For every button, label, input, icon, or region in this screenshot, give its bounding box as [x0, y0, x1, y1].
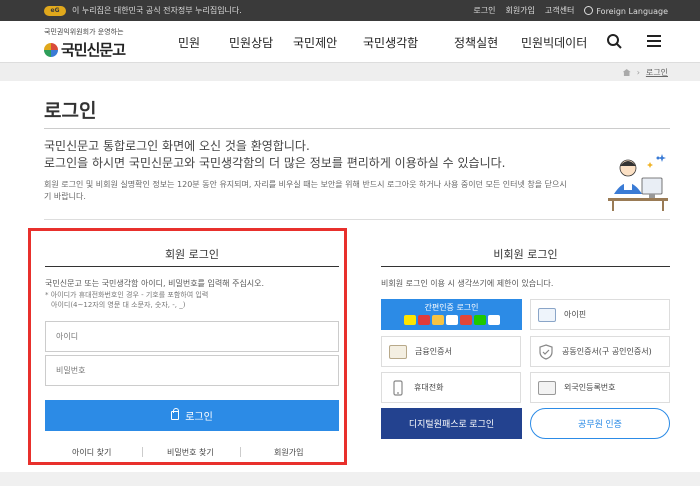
- main-nav: 민원 민원상담 국민제안 국민생각함 정책실현 민원빅데이터: [0, 34, 700, 54]
- member-login-title: 회원 로그인: [164, 248, 220, 261]
- title-divider: [44, 128, 670, 129]
- nav-item-consult[interactable]: 민원상담: [229, 34, 273, 51]
- footer-strip: [0, 472, 700, 486]
- nav-item-bigdata[interactable]: 민원빅데이터: [521, 34, 587, 51]
- hamburger-menu-icon[interactable]: [646, 33, 662, 49]
- pass-icon: [418, 315, 430, 325]
- search-icon[interactable]: [606, 33, 622, 49]
- link-separator: [240, 447, 241, 457]
- easy-auth-button[interactable]: 간편인증 로그인: [381, 299, 522, 330]
- mobile-auth-label: 휴대전화: [414, 383, 444, 392]
- alien-registration-button[interactable]: 외국인등록번호: [530, 372, 670, 403]
- financial-cert-button[interactable]: 금융인증서: [381, 336, 521, 367]
- ipin-card-icon: [538, 307, 556, 322]
- breadcrumb: › 로그인: [622, 67, 668, 78]
- gov-notice-text: 이 누리집은 대한민국 공식 전자정부 누리집입니다.: [72, 6, 242, 15]
- easy-auth-label: 간편인증 로그인: [424, 303, 479, 312]
- member-login-desc: 국민신문고 또는 국민생각함 아이디, 비밀번호를 입력해 주십시오.: [45, 279, 265, 288]
- nonmember-login-desc: 비회원 로그인 이용 시 생각쓰기에 제한이 있습니다.: [381, 279, 554, 288]
- session-notice-line-1: 회원 로그인 및 비회원 실명확인 정보는 120분 동안 유지되며, 자리를 …: [44, 180, 567, 189]
- top-link-support[interactable]: 고객센터: [545, 5, 574, 16]
- member-login-title-rule: [45, 266, 339, 267]
- top-link-join[interactable]: 회원가입: [505, 5, 534, 16]
- login-button[interactable]: 로그인: [45, 400, 339, 431]
- link-separator: [142, 447, 143, 457]
- person-at-computer-illustration: [608, 154, 668, 211]
- top-link-login[interactable]: 로그인: [473, 5, 495, 16]
- nav-item-thinking[interactable]: 국민생각함: [363, 34, 418, 51]
- breadcrumb-current[interactable]: 로그인: [646, 67, 668, 78]
- welcome-line-1: 국민신문고 통합로그인 화면에 오신 것을 환영합니다.: [44, 139, 310, 153]
- kb-icon: [432, 315, 444, 325]
- login-button-label: 로그인: [185, 412, 213, 423]
- id-input[interactable]: [45, 321, 339, 352]
- joint-cert-button[interactable]: 공동인증서(구 공인인증서): [530, 336, 670, 367]
- nav-item-policy[interactable]: 정책실현: [454, 34, 498, 51]
- gov-banner: eG 이 누리집은 대한민국 공식 전자정부 누리집입니다. 로그인 회원가입 …: [0, 0, 700, 21]
- official-auth-button[interactable]: 공무원 인증: [530, 408, 670, 439]
- mobile-phone-icon: [393, 379, 403, 396]
- id-card-icon: [538, 380, 556, 395]
- find-password-link[interactable]: 비밀번호 찾기: [167, 447, 214, 458]
- language-link[interactable]: Foreign Language: [584, 5, 668, 16]
- top-links: 로그인 회원가입 고객센터 Foreign Language: [473, 5, 668, 16]
- naver-icon: [474, 315, 486, 325]
- welcome-line-2: 로그인을 하시면 국민신문고와 국민생각함의 더 많은 정보를 편리하게 이용하…: [44, 156, 506, 170]
- ipin-label: 아이핀: [564, 310, 587, 319]
- shinhan-icon: [488, 315, 500, 325]
- gov-notice: eG 이 누리집은 대한민국 공식 전자정부 누리집입니다.: [44, 5, 242, 16]
- nav-item-minwon[interactable]: 민원: [178, 34, 200, 51]
- globe-icon: [584, 5, 594, 15]
- member-login-hint-1: * 아이디가 휴대전화번호인 경우 - 기호를 포함하여 입력: [45, 291, 209, 299]
- lock-icon: [171, 408, 180, 420]
- payco-icon: [446, 315, 458, 325]
- toss-icon: [460, 315, 472, 325]
- content-divider: [44, 219, 670, 220]
- alien-registration-label: 외국인등록번호: [564, 383, 616, 392]
- egov-logo: eG: [44, 5, 66, 16]
- ipin-button[interactable]: 아이핀: [530, 299, 670, 330]
- session-notice-line-2: 기 바랍니다.: [44, 192, 86, 201]
- site-header: 국민권익위원회가 운영하는 국민신문고 민원 민원상담 국민제안 국민생각함 정…: [0, 21, 700, 63]
- join-link[interactable]: 회원가입: [274, 447, 303, 458]
- welcome-message: 국민신문고 통합로그인 화면에 오신 것을 환영합니다. 로그인을 하시면 국민…: [44, 138, 505, 172]
- breadcrumb-separator-icon: ›: [636, 68, 640, 77]
- digital-onepass-button[interactable]: 디지털원패스로 로그인: [381, 408, 522, 439]
- password-input[interactable]: [45, 355, 339, 386]
- page-title: 로그인: [44, 100, 97, 122]
- nav-item-proposal[interactable]: 국민제안: [293, 34, 337, 51]
- member-login-hint-2: 아이디(4~12자의 영문 대 소문자, 숫자, -, _): [51, 301, 186, 309]
- find-id-link[interactable]: 아이디 찾기: [72, 447, 111, 458]
- nonmember-login-title: 비회원 로그인: [493, 248, 558, 261]
- kakao-icon: [404, 315, 416, 325]
- nonmember-login-title-rule: [381, 266, 670, 267]
- session-notice: 회원 로그인 및 비회원 실명확인 정보는 120분 동안 유지되며, 자리를 …: [44, 179, 604, 203]
- easy-auth-provider-icons: [404, 315, 500, 325]
- mobile-auth-button[interactable]: 휴대전화: [381, 372, 521, 403]
- certificate-icon: [389, 344, 407, 359]
- breadcrumb-bar: › 로그인: [0, 63, 700, 81]
- language-label: Foreign Language: [596, 6, 668, 16]
- financial-cert-label: 금융인증서: [415, 347, 452, 356]
- shield-check-icon: [539, 343, 553, 360]
- joint-cert-label: 공동인증서(구 공인인증서): [562, 347, 652, 356]
- home-icon[interactable]: [622, 69, 631, 76]
